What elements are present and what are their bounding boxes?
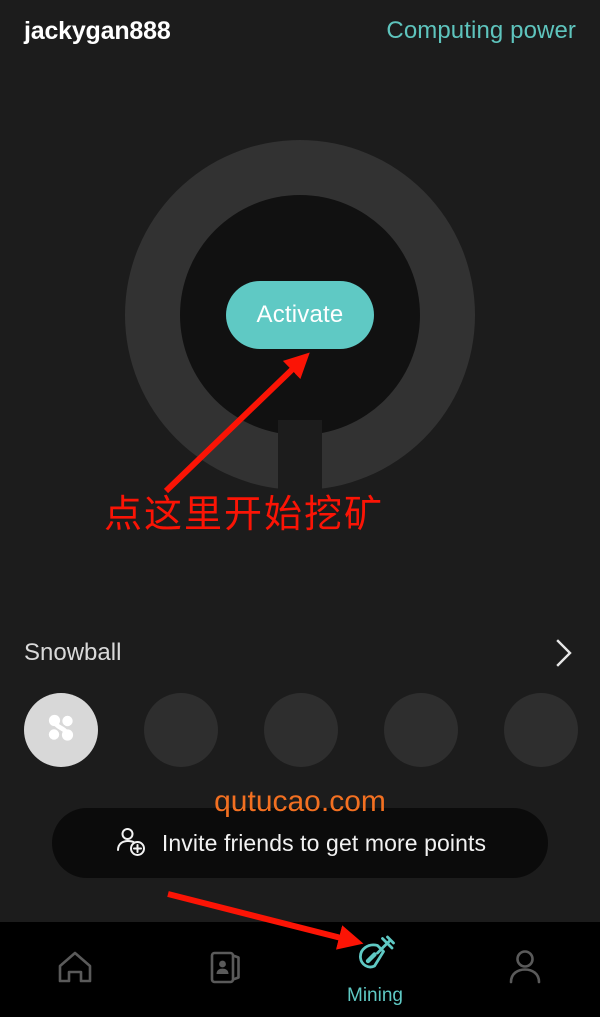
activate-button[interactable]: Activate [226,281,374,349]
snowball-slot-filled[interactable] [24,693,98,767]
nav-item-mining[interactable]: Mining [300,922,450,1017]
mining-app-screen: jackygan888 Computing power Activate 点这里… [0,0,600,1017]
person-icon [502,944,548,995]
app-header: jackygan888 Computing power [0,0,600,62]
snowball-title: Snowball [24,639,122,666]
chevron-right-icon[interactable] [552,636,576,670]
snowball-slot-empty[interactable] [144,693,218,767]
mining-hint-annotation: 点这里开始挖矿 [104,494,385,536]
snowball-slot-empty[interactable] [504,693,578,767]
shovel-icon [352,932,398,983]
nav-item-home[interactable] [0,922,150,1017]
invite-friends-button[interactable]: Invite friends to get more points [52,808,548,878]
snowball-node-icon [39,706,83,755]
home-icon [52,944,98,995]
nav-item-profile[interactable] [450,922,600,1017]
contact-card-icon [202,944,248,995]
username-label: jackygan888 [24,16,171,45]
snowball-section-header[interactable]: Snowball [0,632,600,674]
mining-dial: Activate [0,140,600,500]
nav-item-contacts[interactable] [150,922,300,1017]
bottom-navigation: Mining [0,922,600,1017]
invite-friends-label: Invite friends to get more points [161,829,487,856]
person-add-icon [114,825,148,862]
nav-label-mining: Mining [347,985,403,1006]
snowball-slot-empty[interactable] [264,693,338,767]
snowball-slot-empty[interactable] [384,693,458,767]
computing-power-link[interactable]: Computing power [386,17,576,45]
snowball-slot-row [0,692,600,768]
